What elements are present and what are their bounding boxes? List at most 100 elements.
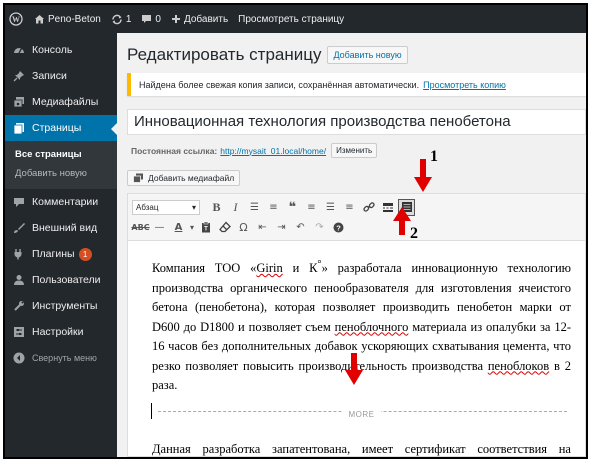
bullet-list-button[interactable]: ☰ — [246, 199, 263, 216]
view-page-link[interactable]: Просмотреть страницу — [233, 5, 349, 33]
permalink-url[interactable]: http://mysait_01.local/home/ — [220, 146, 326, 156]
comments-count: 0 — [155, 13, 161, 25]
align-center-button[interactable]: ☰ — [322, 199, 339, 216]
plus-icon — [171, 15, 180, 23]
updates-link[interactable]: 1 — [106, 5, 137, 33]
strikethrough-button[interactable]: ABC — [131, 219, 149, 236]
sidebar-item-dashboard[interactable]: Консоль — [5, 37, 117, 63]
more-tag-icon — [382, 203, 393, 212]
home-icon — [35, 15, 44, 24]
align-right-button[interactable]: ≡ — [341, 199, 358, 216]
svg-text:W: W — [12, 15, 20, 24]
sidebar-item-label: Страницы — [32, 122, 82, 134]
plug-icon — [12, 248, 25, 261]
add-media-button[interactable]: Добавить медиафайл — [127, 170, 241, 186]
paste-as-text-button[interactable]: T — [197, 219, 214, 236]
submenu-add-new[interactable]: Добавить новую — [5, 164, 117, 183]
align-left-button[interactable]: ≡ — [303, 199, 320, 216]
sidebar-item-comments[interactable]: Комментарии — [5, 189, 117, 215]
submenu-all-pages[interactable]: Все страницы — [5, 145, 117, 164]
undo-button[interactable]: ↶ — [292, 219, 309, 236]
numbered-list-button[interactable]: ≡ — [265, 199, 282, 216]
annotation-arrow-3 — [345, 353, 363, 385]
indent-button[interactable]: ⇥ — [273, 219, 290, 236]
user-icon — [12, 274, 25, 287]
misspelled-word: пеноблоков — [487, 358, 550, 373]
add-new-label: Добавить — [183, 13, 229, 25]
comment-bubble-icon — [142, 15, 152, 23]
text-color-dropdown-icon[interactable]: ▾ — [189, 219, 195, 236]
add-new-page-button[interactable]: Добавить новую — [327, 46, 408, 64]
horizontal-line-button[interactable]: — — [151, 219, 168, 236]
sidebar-item-tools[interactable]: Инструменты — [5, 293, 117, 319]
collapse-menu-label: Свернуть меню — [32, 353, 97, 363]
clear-formatting-button[interactable] — [216, 219, 233, 236]
more-tag-separator[interactable]: MORE — [151, 400, 571, 430]
clipboard-icon: T — [201, 221, 210, 233]
admin-sidebar: Консоль Записи Медиафайлы Страницы Все с… — [5, 33, 117, 457]
insert-link-button[interactable] — [360, 199, 377, 216]
sidebar-item-pages[interactable]: Страницы — [5, 115, 117, 141]
format-select-value: Абзац — [136, 202, 159, 212]
screenshot-frame: W Peno-Beton 1 0 Добавить Просмотреть ст… — [3, 3, 588, 459]
view-page-label: Просмотреть страницу — [238, 13, 345, 25]
bold-button[interactable]: B — [208, 199, 225, 216]
collapse-menu-button[interactable]: Свернуть меню — [5, 345, 117, 371]
sidebar-item-settings[interactable]: Настройки — [5, 319, 117, 345]
add-new-link[interactable]: Добавить — [166, 5, 233, 33]
comment-icon — [12, 196, 25, 209]
updates-count: 1 — [125, 13, 132, 25]
svg-text:?: ? — [336, 223, 341, 232]
main-content: Редактировать страницу Добавить новую На… — [117, 33, 586, 457]
eraser-icon — [218, 221, 231, 233]
autosave-notice: Найдена более свежая копия записи, сохра… — [127, 73, 586, 96]
redo-button[interactable]: ↷ — [311, 219, 328, 236]
special-character-button[interactable]: Ω — [235, 219, 252, 236]
text-cursor — [151, 402, 152, 419]
outdent-button[interactable]: ⇤ — [254, 219, 271, 236]
sidebar-item-label: Настройки — [32, 326, 84, 338]
sidebar-item-label: Медиафайлы — [32, 96, 99, 108]
paragraph-2: Данная разработка запатентована, имеет с… — [152, 441, 571, 456]
sidebar-item-media[interactable]: Медиафайлы — [5, 89, 117, 115]
sidebar-item-plugins[interactable]: Плагины 1 — [5, 241, 117, 267]
misspelled-word: Girin — [256, 261, 283, 276]
edit-permalink-button[interactable]: Изменить — [331, 143, 378, 158]
settings-icon — [12, 326, 25, 339]
italic-button[interactable]: I — [227, 199, 244, 216]
sidebar-item-label: Внешний вид — [32, 222, 98, 234]
wrench-icon — [12, 300, 25, 313]
pages-submenu: Все страницы Добавить новую — [5, 141, 117, 189]
editor-toolbar: Абзац ▾ B I ☰ ≡ ❝ ≡ ☰ ≡ ABC — A ▾ T Ω ⇤ … — [128, 194, 585, 241]
text-color-button[interactable]: A — [170, 219, 187, 236]
view-autosave-link[interactable]: Просмотреть копию — [423, 80, 506, 90]
post-title-input[interactable]: Инновационная технология производства пе… — [127, 109, 586, 135]
format-select[interactable]: Абзац ▾ — [132, 199, 200, 215]
text-run: и К — [282, 261, 318, 276]
sidebar-item-label: Плагины — [32, 248, 75, 260]
site-name: Peno-Beton — [48, 13, 101, 25]
brush-icon — [12, 222, 25, 235]
svg-text:T: T — [204, 227, 208, 233]
pages-icon — [12, 122, 25, 135]
editor-content[interactable]: Компания ТОО «Girin и К°» разработала ин… — [128, 241, 585, 457]
sidebar-item-appearance[interactable]: Внешний вид — [5, 215, 117, 241]
toolbar-row-2: ABC — A ▾ T Ω ⇤ ⇥ ↶ ↷ ? — [131, 217, 581, 237]
permalink-row: Постоянная ссылка: http://mysait_01.loca… — [131, 143, 378, 158]
text-run: Компания ТОО « — [152, 261, 257, 276]
misspelled-word: пеноблочного — [334, 319, 409, 334]
permalink-label: Постоянная ссылка: — [131, 145, 218, 156]
comments-link[interactable]: 0 — [136, 5, 166, 33]
sidebar-item-label: Инструменты — [32, 300, 98, 312]
admin-bar: W Peno-Beton 1 0 Добавить Просмотреть ст… — [5, 5, 586, 33]
sidebar-item-posts[interactable]: Записи — [5, 63, 117, 89]
help-button[interactable]: ? — [330, 219, 347, 236]
plugins-update-badge: 1 — [78, 247, 92, 261]
sidebar-item-label: Записи — [32, 70, 67, 82]
blockquote-button[interactable]: ❝ — [284, 199, 301, 216]
sidebar-item-users[interactable]: Пользователи — [5, 267, 117, 293]
more-tag-label: MORE — [342, 404, 381, 425]
link-icon — [362, 202, 375, 212]
site-name-link[interactable]: Peno-Beton — [29, 5, 106, 33]
wordpress-logo-icon[interactable]: W — [5, 5, 29, 33]
